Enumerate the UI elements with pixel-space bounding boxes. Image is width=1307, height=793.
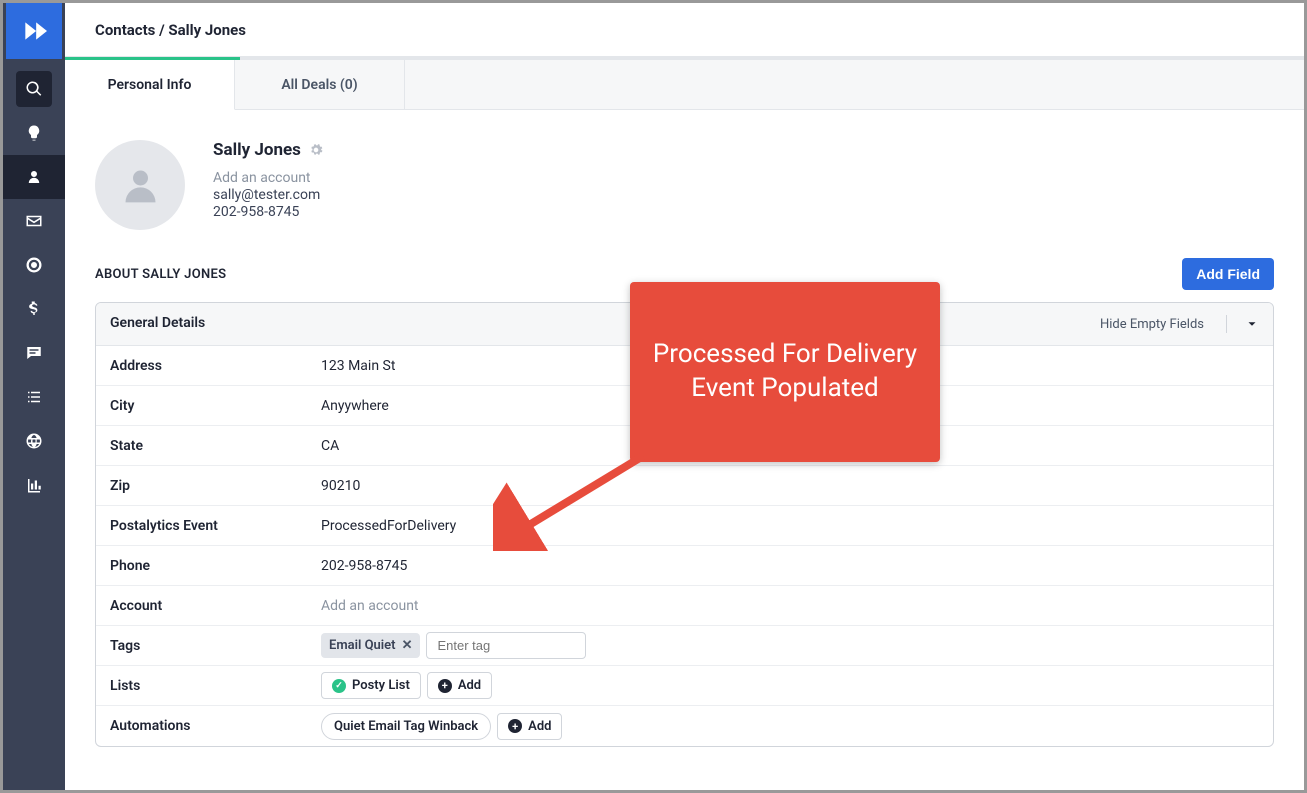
annotation-callout: Processed For Delivery Event Populated [630, 282, 940, 462]
tabs: Personal Info All Deals (0) [65, 60, 1304, 110]
field-label: State [96, 438, 321, 454]
plus-icon: + [508, 719, 522, 733]
field-label: Automations [96, 718, 321, 734]
mail-icon[interactable] [6, 199, 62, 243]
panel-title: General Details [110, 315, 205, 333]
add-automation-button[interactable]: + Add [497, 713, 562, 740]
bar-chart-icon[interactable] [6, 463, 62, 507]
avatar [95, 140, 185, 230]
add-field-button[interactable]: Add Field [1182, 258, 1274, 290]
gear-icon[interactable] [309, 143, 323, 157]
plus-icon: + [438, 679, 452, 693]
tab-personal-info[interactable]: Personal Info [65, 60, 235, 110]
target-icon[interactable] [6, 243, 62, 287]
field-label: Tags [96, 638, 321, 654]
check-icon [332, 679, 346, 693]
search-icon[interactable] [16, 71, 52, 107]
list-icon[interactable] [6, 375, 62, 419]
field-value-zip[interactable]: 90210 [321, 478, 1273, 494]
contact-name: Sally Jones [213, 140, 323, 160]
automation-chip[interactable]: Quiet Email Tag Winback [321, 713, 491, 740]
field-label: Phone [96, 558, 321, 574]
tab-all-deals[interactable]: All Deals (0) [235, 60, 405, 109]
field-label: Zip [96, 478, 321, 494]
breadcrumb-text: Contacts / Sally Jones [95, 21, 246, 39]
contact-email: sally@tester.com [213, 187, 323, 203]
tag-chip[interactable]: Email Quiet ✕ [321, 633, 420, 658]
dollar-icon[interactable] [6, 287, 62, 331]
contact-phone: 202-958-8745 [213, 204, 323, 220]
contacts-icon[interactable] [3, 155, 65, 199]
breadcrumb: Contacts / Sally Jones [65, 3, 1304, 57]
field-label: Postalytics Event [96, 518, 321, 534]
add-list-button[interactable]: + Add [427, 672, 492, 699]
hide-empty-toggle[interactable]: Hide Empty Fields [1100, 317, 1204, 332]
chat-icon[interactable] [6, 331, 62, 375]
field-label: City [96, 398, 321, 414]
field-label: Account [96, 598, 321, 614]
field-value-account[interactable]: Add an account [321, 598, 1273, 614]
app-logo[interactable] [6, 3, 62, 59]
tag-input[interactable] [426, 632, 586, 659]
chevron-down-icon[interactable] [1226, 315, 1259, 333]
lightbulb-icon[interactable] [6, 111, 62, 155]
close-icon[interactable]: ✕ [402, 638, 413, 653]
field-label: Lists [96, 678, 321, 694]
sidebar [3, 3, 65, 790]
field-label: Address [96, 358, 321, 374]
field-value-postalytics[interactable]: ProcessedForDelivery [321, 518, 1273, 534]
add-account-link[interactable]: Add an account [213, 170, 323, 186]
globe-icon[interactable] [6, 419, 62, 463]
about-heading: ABOUT SALLY JONES [95, 267, 226, 282]
list-chip[interactable]: Posty List [321, 672, 421, 699]
field-value-phone[interactable]: 202-958-8745 [321, 558, 1273, 574]
